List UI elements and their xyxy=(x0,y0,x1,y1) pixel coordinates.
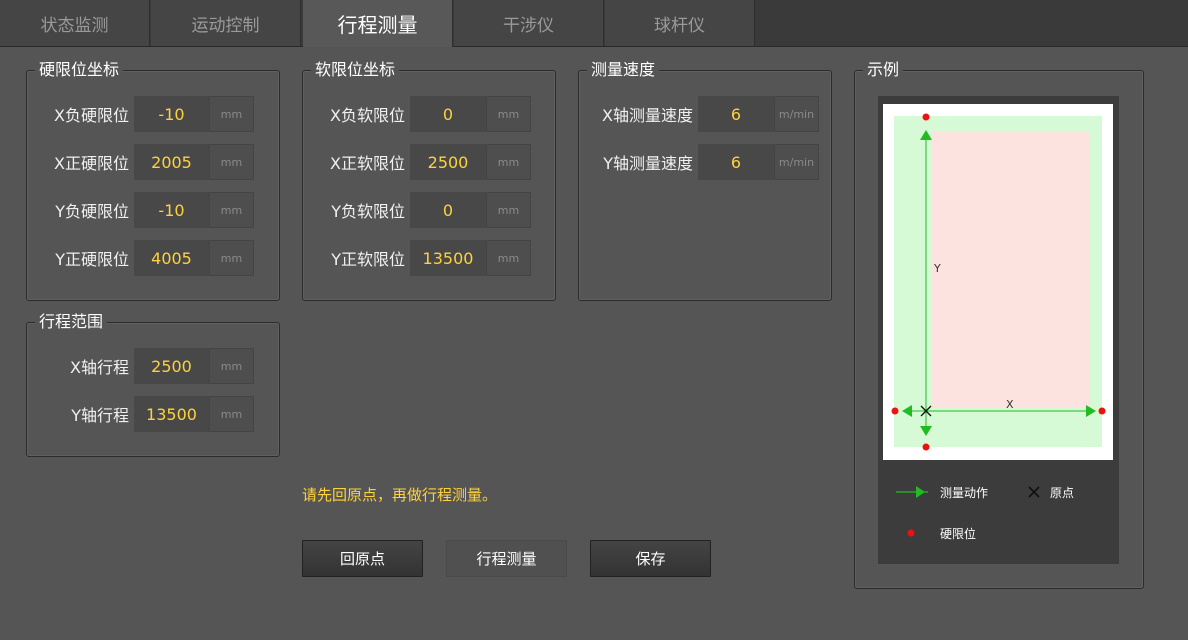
legend-hard-limit-icon xyxy=(907,529,915,537)
hard-limit-dot-icon xyxy=(922,113,930,121)
hard-limit-dot-icon xyxy=(922,443,930,451)
y-axis-label: Y xyxy=(933,262,941,275)
legend-move-label: 测量动作 xyxy=(940,486,989,500)
measure-move-icon xyxy=(916,486,925,498)
soft-limit-area xyxy=(932,132,1090,408)
legend-origin-label: 原点 xyxy=(1050,486,1075,500)
example-diagram: Y X xyxy=(883,104,1113,537)
hard-limit-dot-icon xyxy=(891,407,899,415)
x-axis-label: X xyxy=(1006,398,1014,411)
legend-hard-limit-label: 硬限位 xyxy=(940,527,977,541)
hard-limit-dot-icon xyxy=(1098,407,1106,415)
